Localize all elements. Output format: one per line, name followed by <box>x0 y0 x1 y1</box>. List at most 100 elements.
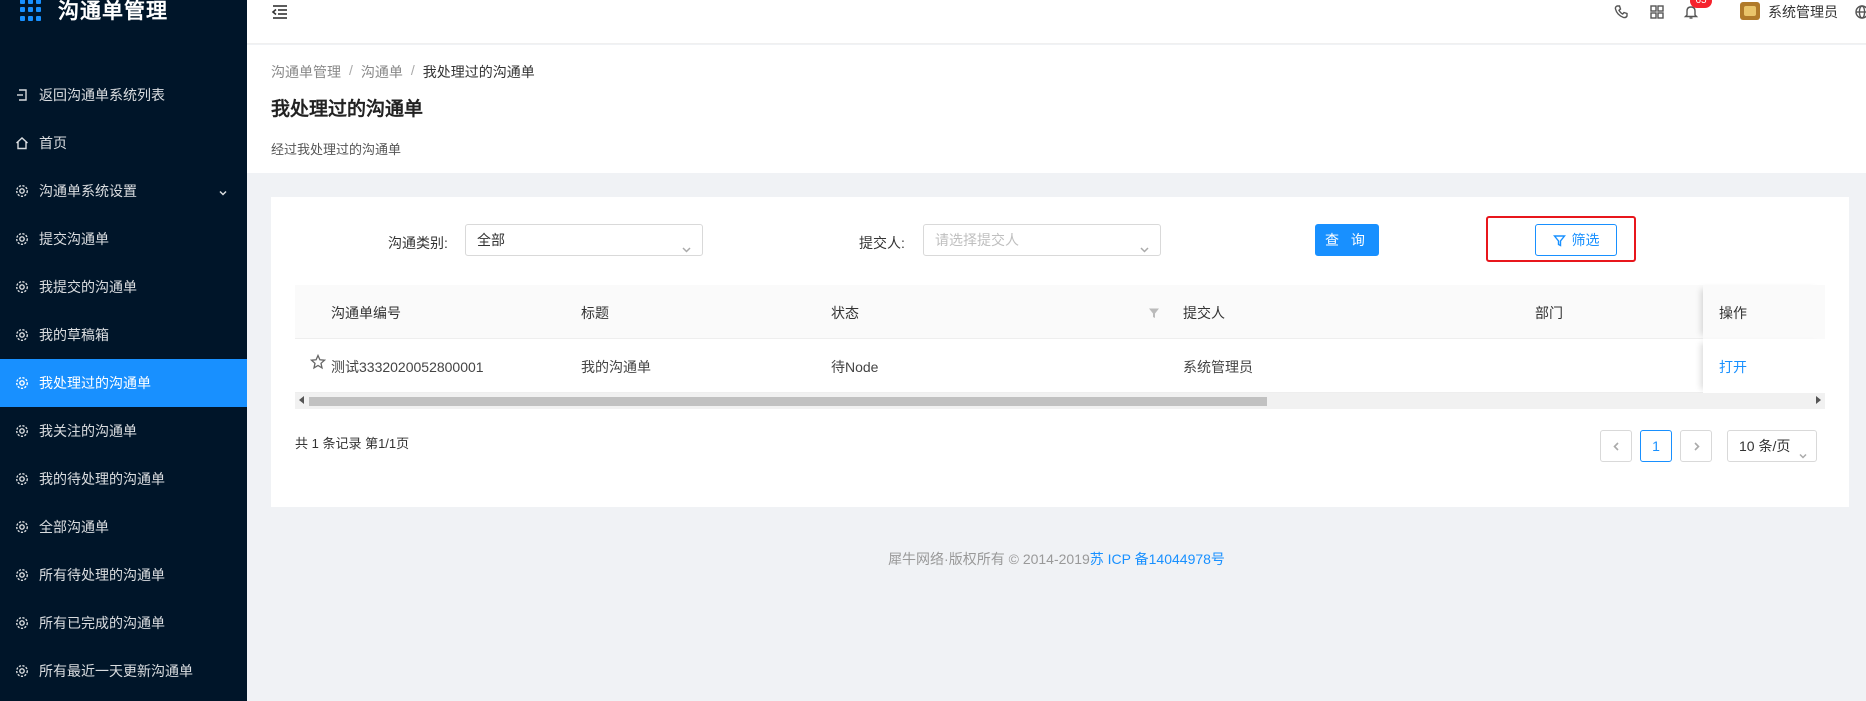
page-size-value: 10 条/页 <box>1739 438 1791 454</box>
sidebar-item-home[interactable]: 首页 <box>0 119 247 167</box>
gear-icon <box>15 616 29 630</box>
sidebar-item-submit[interactable]: 提交沟通单 <box>0 215 247 263</box>
sidebar-item-my-submitted[interactable]: 我提交的沟通单 <box>0 263 247 311</box>
sidebar-item-label: 所有最近一天更新沟通单 <box>39 663 193 679</box>
breadcrumb-item[interactable]: 沟通单 <box>361 62 403 82</box>
chevron-left-icon <box>1612 441 1619 451</box>
chevron-down-icon <box>1798 441 1808 459</box>
filter-button[interactable]: 筛选 <box>1535 224 1617 256</box>
sidebar-item-label: 我处理过的沟通单 <box>39 375 151 391</box>
submitter-select-placeholder: 请选择提交人 <box>935 232 1019 248</box>
gear-icon <box>15 424 29 438</box>
sidebar-item-label: 我的待处理的沟通单 <box>39 471 165 487</box>
chevron-down-icon <box>218 185 228 196</box>
category-select[interactable]: 全部 <box>465 224 703 256</box>
chevron-down-icon <box>1139 235 1150 253</box>
gear-icon <box>15 328 29 342</box>
sidebar-item-all-pending[interactable]: 所有待处理的沟通单 <box>0 551 247 599</box>
sidebar-item-system-settings[interactable]: 沟通单系统设置 <box>0 167 247 215</box>
submitter-select[interactable]: 请选择提交人 <box>923 224 1161 256</box>
gear-icon <box>15 376 29 390</box>
gear-icon <box>15 664 29 678</box>
page-size-select[interactable]: 10 条/页 <box>1727 430 1817 462</box>
sidebar-item-return[interactable]: 返回沟通单系统列表 <box>0 71 247 119</box>
app-logo: 沟通单管理 <box>0 0 247 32</box>
prev-page-button[interactable] <box>1600 430 1632 462</box>
return-icon <box>15 88 29 102</box>
sidebar-menu: 返回沟通单系统列表 首页 沟通单系统设置 提交沟通单 我提交的沟通单 我的草稿箱… <box>0 71 247 695</box>
scroll-right-icon[interactable] <box>1816 396 1821 404</box>
filter-button-label: 筛选 <box>1571 232 1600 248</box>
sidebar-item-following[interactable]: 我关注的沟通单 <box>0 407 247 455</box>
horizontal-scrollbar[interactable] <box>295 393 1825 409</box>
submitter-label: 提交人: <box>859 235 905 251</box>
cell-status: 待Node <box>831 359 879 375</box>
star-icon[interactable] <box>309 353 327 370</box>
phone-icon[interactable] <box>1613 4 1629 20</box>
page-header: 沟通单管理 / 沟通单 / 我处理过的沟通单 我处理过的沟通单 经过我处理过的沟… <box>247 45 1866 173</box>
grid-icon[interactable] <box>1649 4 1665 20</box>
scroll-thumb[interactable] <box>309 397 1267 406</box>
category-select-value: 全部 <box>477 232 505 248</box>
open-link[interactable]: 打开 <box>1719 357 1747 377</box>
breadcrumb-current: 我处理过的沟通单 <box>422 64 535 80</box>
table-header: 沟通单编号 标题 状态 提交人 部门 操作 <box>295 285 1825 339</box>
breadcrumb-item[interactable]: 沟通单管理 <box>271 62 341 82</box>
sidebar-item-my-processed[interactable]: 我处理过的沟通单 <box>0 359 247 407</box>
record-summary: 共 1 条记录 第1/1页 <box>295 436 410 451</box>
fixed-column-cell: 打开 <box>1703 339 1825 393</box>
notification-badge: 65 <box>1690 0 1712 8</box>
query-button[interactable]: 查 询 <box>1315 224 1379 256</box>
column-header-title[interactable]: 标题 <box>581 303 609 323</box>
sidebar-item-all-completed[interactable]: 所有已完成的沟通单 <box>0 599 247 647</box>
sidebar: 沟通单管理 返回沟通单系统列表 首页 沟通单系统设置 提交沟通单 我提交的沟通单… <box>0 0 247 701</box>
gear-icon <box>15 472 29 486</box>
content-card: 沟通类别: 全部 提交人: 请选择提交人 查 询 筛选 沟通单编号 标题 状态 … <box>271 197 1849 507</box>
scroll-left-icon[interactable] <box>299 396 304 404</box>
fixed-column-header: 操作 <box>1703 285 1825 339</box>
data-table: 沟通单编号 标题 状态 提交人 部门 操作 测试3332020052800001… <box>295 285 1825 409</box>
top-header: 65 系统管理员 <box>247 0 1866 44</box>
sidebar-item-recent-updated[interactable]: 所有最近一天更新沟通单 <box>0 647 247 695</box>
cell-id: 测试3332020052800001 <box>331 359 484 375</box>
sidebar-item-label: 我的草稿箱 <box>39 327 109 343</box>
column-header-action: 操作 <box>1719 305 1747 321</box>
gear-icon <box>15 184 29 198</box>
gear-icon <box>15 232 29 246</box>
menu-fold-icon[interactable] <box>271 4 289 20</box>
filter-icon <box>1552 234 1566 247</box>
column-header-id[interactable]: 沟通单编号 <box>331 303 401 323</box>
sidebar-item-label: 所有已完成的沟通单 <box>39 615 165 631</box>
sidebar-item-label: 沟通单系统设置 <box>39 183 137 199</box>
chevron-down-icon <box>681 235 692 253</box>
sidebar-item-my-pending[interactable]: 我的待处理的沟通单 <box>0 455 247 503</box>
page-number-button[interactable]: 1 <box>1640 430 1672 462</box>
breadcrumb-separator: / <box>410 62 415 78</box>
sidebar-item-label: 我关注的沟通单 <box>39 423 137 439</box>
gear-icon <box>15 520 29 534</box>
apps-grid-icon <box>20 0 42 21</box>
sidebar-item-label: 所有待处理的沟通单 <box>39 567 165 583</box>
sidebar-item-drafts[interactable]: 我的草稿箱 <box>0 311 247 359</box>
column-header-status[interactable]: 状态 <box>831 303 859 323</box>
icp-link[interactable]: 苏 ICP 备14044978号 <box>1090 551 1225 567</box>
user-name[interactable]: 系统管理员 <box>1768 2 1838 22</box>
avatar[interactable] <box>1740 2 1760 20</box>
sidebar-item-label: 提交沟通单 <box>39 231 109 247</box>
column-header-submitter[interactable]: 提交人 <box>1183 303 1225 323</box>
sidebar-item-all[interactable]: 全部沟通单 <box>0 503 247 551</box>
category-label: 沟通类别: <box>388 235 448 251</box>
cell-submitter: 系统管理员 <box>1183 359 1253 375</box>
next-page-button[interactable] <box>1680 430 1712 462</box>
page-title: 我处理过的沟通单 <box>271 99 424 120</box>
app-title: 沟通单管理 <box>58 0 168 23</box>
sidebar-item-label: 我提交的沟通单 <box>39 279 137 295</box>
chevron-right-icon <box>1693 441 1700 451</box>
footer-copyright: 犀牛网络·版权所有 © 2014-2019 <box>888 551 1090 567</box>
gear-icon <box>15 280 29 294</box>
globe-icon[interactable] <box>1854 4 1866 20</box>
column-header-department[interactable]: 部门 <box>1535 303 1563 323</box>
breadcrumb: 沟通单管理 / 沟通单 / 我处理过的沟通单 <box>271 62 535 82</box>
table-row: 测试3332020052800001 我的沟通单 待Node 系统管理员 打开 <box>295 339 1825 393</box>
column-filter-icon[interactable] <box>1148 306 1160 318</box>
